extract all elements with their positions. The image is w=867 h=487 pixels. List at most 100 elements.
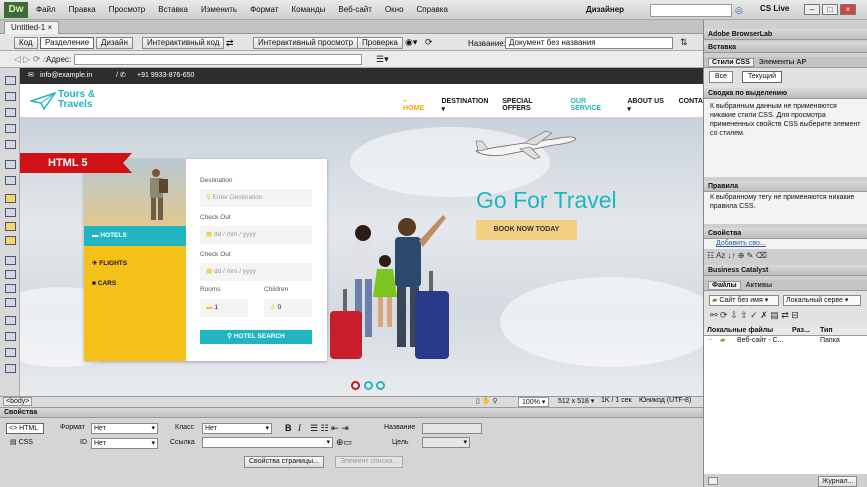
tool-icon[interactable]	[5, 76, 16, 85]
menu-insert[interactable]: Вставка	[158, 5, 188, 14]
point-to-file-icon[interactable]: ⊕▭	[336, 437, 352, 448]
tool-icon[interactable]	[5, 298, 16, 307]
menu-edit[interactable]: Правка	[69, 5, 96, 14]
col-local-files[interactable]: Локальные файлы	[707, 327, 773, 334]
hotel-search-button[interactable]: ⚲ HOTEL SEARCH	[200, 330, 312, 344]
insert-header[interactable]: Вставка	[704, 42, 867, 53]
slider-dot[interactable]	[364, 381, 373, 390]
current-mode-button[interactable]: Текущий	[742, 71, 782, 83]
browserlab-header[interactable]: Adobe BrowserLab	[704, 29, 867, 40]
site-email[interactable]: info@example.in	[40, 72, 92, 79]
italic-button[interactable]: I	[298, 423, 301, 433]
slider-dot[interactable]	[376, 381, 385, 390]
tool-icon[interactable]	[5, 222, 16, 231]
target-select[interactable]: ▾	[422, 437, 470, 448]
tab-ap-elements[interactable]: Элементы AP	[756, 59, 809, 66]
close-tab-icon[interactable]: ×	[47, 23, 52, 32]
tool-icon[interactable]	[5, 124, 16, 133]
tab-css-styles[interactable]: Стили CSS	[708, 58, 754, 67]
help-search-input[interactable]	[650, 4, 732, 17]
design-view-button[interactable]: Дизайн	[96, 37, 133, 49]
link-input[interactable]: ▾	[202, 437, 333, 448]
tab-files[interactable]: Файлы	[708, 281, 741, 290]
menu-site[interactable]: Веб-сайт	[338, 5, 372, 14]
slider-dot-active[interactable]	[351, 381, 360, 390]
css-panel-tools-icon[interactable]: ☷ Az ↓↑ ⊕ ✎ ⌫	[707, 251, 767, 260]
split-view-button[interactable]: Разделение	[40, 37, 95, 49]
nav-destination[interactable]: DESTINATION ▾	[441, 98, 489, 113]
browser-check-icon[interactable]: ⇄	[226, 38, 234, 49]
file-row[interactable]: – ▰ Веб-сайт - C... Папка	[704, 336, 867, 346]
tab-assets[interactable]: Активы	[743, 282, 776, 289]
live-view-button[interactable]: Интерактивный просмотр	[253, 37, 359, 49]
menu-view[interactable]: Просмотр	[109, 5, 146, 14]
tool-icon[interactable]	[5, 160, 16, 169]
checkin-input[interactable]: ▦ dd / mm / yyyy	[200, 226, 312, 244]
code-view-button[interactable]: Код	[14, 37, 38, 49]
files-tools-icon[interactable]: ⚯ ⟳ ⇩ ⇧ ✓ ✗ ▤ ⇄ ⊟	[710, 310, 799, 321]
tool-icon[interactable]	[5, 92, 16, 101]
tool-icon[interactable]	[5, 194, 16, 203]
minimize-button[interactable]: –	[804, 4, 820, 15]
list-item-button[interactable]: Элемент списка...	[335, 456, 404, 468]
nav-our-service[interactable]: OUR SERVICE	[570, 98, 614, 113]
preview-browser-icon[interactable]: ◉▾	[405, 37, 417, 48]
menu-window[interactable]: Окно	[385, 5, 404, 14]
maximize-button[interactable]: □	[822, 4, 838, 15]
tool-icon[interactable]	[5, 348, 16, 357]
log-button[interactable]: Журнал...	[818, 476, 858, 487]
options-icon[interactable]: ☰▾	[376, 54, 389, 65]
tab-cars[interactable]: ■ CARS	[92, 274, 186, 294]
back-icon[interactable]: ◁ ▷ ⟳ ⌂	[14, 54, 48, 65]
tool-icon[interactable]	[5, 364, 16, 373]
address-input[interactable]	[74, 54, 362, 65]
tool-icon[interactable]	[5, 176, 16, 185]
bold-button[interactable]: B	[285, 423, 292, 433]
html-mode-button[interactable]: <> HTML	[6, 423, 44, 434]
menu-help[interactable]: Справка	[417, 5, 448, 14]
nav-about[interactable]: ABOUT US ▾	[627, 98, 665, 113]
tool-icon[interactable]	[5, 270, 16, 279]
col-size[interactable]: Раз...	[792, 327, 810, 334]
class-select[interactable]: Нет ▾	[202, 423, 272, 434]
checkout-input[interactable]: ▦ dd / mm / yyyy	[200, 263, 312, 281]
tool-icon[interactable]	[5, 108, 16, 117]
tool-icon[interactable]	[5, 316, 16, 325]
live-code-button[interactable]: Интерактивный код	[142, 37, 225, 49]
inspect-button[interactable]: Проверка	[357, 37, 403, 49]
menu-commands[interactable]: Команды	[292, 5, 326, 14]
destination-input[interactable]: ⚲ Enter Destination	[200, 189, 312, 207]
site-select[interactable]: ▰ Сайт без имя ▾	[709, 295, 779, 306]
css-mode-button[interactable]: ▤ CSS	[10, 438, 33, 446]
view-select[interactable]: Локальный серве ▾	[783, 295, 861, 306]
menu-modify[interactable]: Изменить	[201, 5, 237, 14]
status-tools-icon[interactable]: ▯ ✋ ⚲	[476, 397, 498, 405]
id-select[interactable]: Нет ▾	[91, 438, 158, 449]
document-tab[interactable]: Untitled-1 ×	[4, 21, 60, 34]
nav-special-offers[interactable]: SPECIAL OFFERS	[502, 98, 557, 113]
nav-home[interactable]: ‒ HOME	[403, 98, 427, 113]
expand-icon[interactable]: –	[708, 336, 712, 343]
tool-icon[interactable]	[5, 284, 16, 293]
window-size[interactable]: 512 x 518 ▾	[558, 397, 594, 405]
all-mode-button[interactable]: Все	[709, 71, 734, 83]
children-input[interactable]: ♙ 0	[264, 299, 312, 317]
book-now-button[interactable]: BOOK NOW TODAY	[476, 220, 577, 240]
tab-flights[interactable]: ✈ FLIGHTS	[92, 254, 186, 274]
close-button[interactable]: ×	[840, 4, 856, 15]
design-canvas[interactable]: ✉ info@example.in / ✆ +91 9933-876-650 T…	[20, 68, 703, 396]
menu-format[interactable]: Формат	[250, 5, 278, 14]
tool-icon[interactable]	[5, 236, 16, 245]
workspace-switcher[interactable]: Дизайнер	[586, 5, 624, 14]
menu-file[interactable]: Файл	[36, 5, 56, 14]
page-properties-button[interactable]: Свойства страницы...	[244, 456, 324, 468]
tag-selector[interactable]: <body>	[3, 397, 33, 406]
file-management-icon[interactable]: ⇅	[680, 37, 688, 48]
tool-icon[interactable]	[5, 256, 16, 265]
site-logo[interactable]: Tours & Travels	[58, 90, 95, 110]
add-property-link[interactable]: Добавить сво...	[704, 239, 867, 249]
title-prop-input[interactable]	[422, 423, 482, 434]
format-select[interactable]: Нет ▾	[91, 423, 158, 434]
tool-icon[interactable]	[5, 332, 16, 341]
nav-contact[interactable]: CONTA	[679, 98, 703, 113]
